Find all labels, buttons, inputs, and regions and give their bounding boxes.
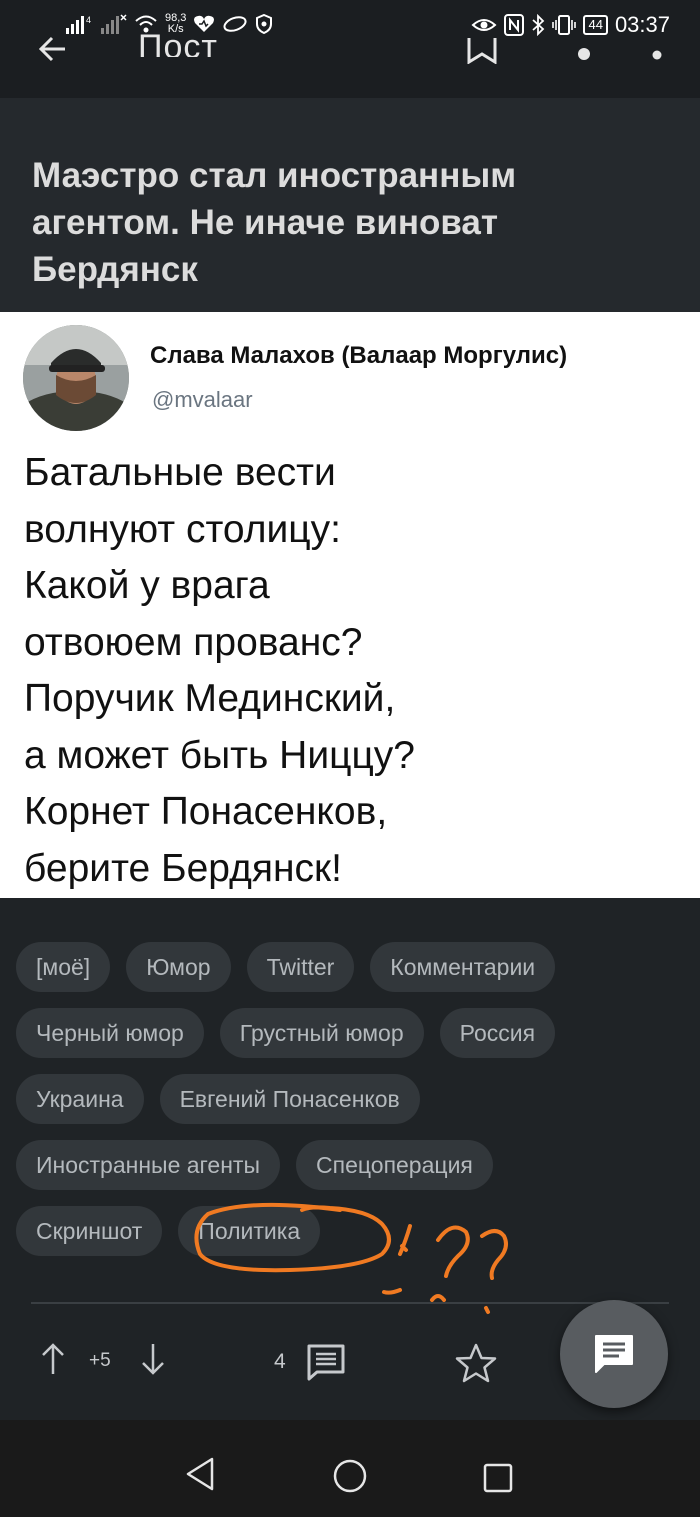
heart-status-icon (194, 15, 215, 33)
tag-moe[interactable]: [моё] (16, 942, 111, 992)
tag-humor[interactable]: Юмор (126, 942, 231, 992)
nfc-icon (504, 14, 525, 36)
annotation-question-1 (436, 1225, 470, 1278)
shield-icon (256, 14, 273, 34)
tag-screenshot[interactable]: Скриншот (16, 1206, 163, 1256)
tweet-line: волнуют столицу: (24, 507, 341, 551)
write-comment-button[interactable] (560, 1300, 668, 1408)
tweet-text: Батальные вести волнуют столицу: Какой у… (24, 445, 684, 897)
tweet-line: берите Бердянск! (24, 846, 342, 890)
signal-no-service-icon (101, 14, 127, 34)
annotation-exclamation (398, 1224, 412, 1256)
bluetooth-icon (532, 14, 545, 36)
tag-twitter[interactable]: Twitter (246, 942, 355, 992)
nav-home-icon[interactable] (332, 1458, 368, 1494)
tweet-author-handle: @mvalaar (152, 387, 253, 412)
tag-ukraine[interactable]: Украина (16, 1074, 144, 1124)
upvote-arrow-icon[interactable] (40, 1342, 66, 1376)
battery-level: 44 (583, 15, 608, 35)
status-bar: 4 98,3 K/s 44 03:37 (0, 0, 700, 54)
tweet-screenshot: Слава Малахов (Валаар Моргулис) @mvalaar… (0, 312, 700, 898)
tweet-author-name: Слава Малахов (Валаар Моргулис) (150, 342, 568, 369)
tweet-line: Батальные вести (24, 451, 336, 494)
tweet-line: Поручик Мединский, (24, 677, 396, 720)
svg-text:4: 4 (86, 15, 91, 25)
eye-comfort-icon (471, 19, 497, 31)
system-navigation-bar (0, 1420, 700, 1517)
vibrate-icon (552, 15, 577, 35)
wifi-icon (135, 15, 157, 33)
tag-black-humor[interactable]: Черный юмор (16, 1008, 204, 1058)
network-speed: 98,3 K/s (165, 12, 187, 35)
nav-recent-apps-icon[interactable] (483, 1463, 513, 1493)
comment-count: 4 (274, 1350, 286, 1373)
tag-foreign-agents[interactable]: Иностранные агенты (16, 1140, 280, 1190)
star-favorite-icon[interactable] (454, 1342, 498, 1384)
tweet-line: а может быть Ниццу? (24, 733, 415, 777)
tweet-line: Какой у врага (24, 564, 270, 607)
tweet-line: отвоюем прованс? (24, 620, 363, 664)
annotation-dots (382, 1288, 490, 1314)
tag-russia[interactable]: Россия (439, 1008, 556, 1058)
post-title: Маэстро стал иностранным агентом. Не ина… (32, 156, 517, 289)
link-status-icon (223, 16, 247, 32)
annotation-ellipse (194, 1202, 391, 1273)
divider (31, 1302, 669, 1304)
post-rating: +5 (89, 1350, 111, 1371)
tag-special-operation[interactable]: Спецоперация (296, 1140, 493, 1190)
handwritten-annotation (194, 1202, 508, 1314)
avatar (23, 325, 129, 431)
comment-icon (595, 1335, 633, 1373)
signal-strength-icon: 4 (66, 15, 91, 34)
nav-back-icon[interactable] (184, 1456, 216, 1492)
annotation-question-2 (480, 1229, 508, 1280)
downvote-arrow-icon[interactable] (140, 1342, 166, 1376)
tag-sad-humor[interactable]: Грустный юмор (219, 1008, 424, 1058)
clock: 03:37 (614, 12, 670, 37)
tweet-line: Корнет Понасенков, (24, 790, 388, 833)
tag-ponasenkov[interactable]: Евгений Понасенков (159, 1074, 420, 1124)
comments-icon[interactable] (306, 1343, 346, 1381)
tag-comments[interactable]: Комментарии (370, 942, 556, 992)
post-header: Маэстро стал иностранным агентом. Не ина… (0, 98, 700, 312)
